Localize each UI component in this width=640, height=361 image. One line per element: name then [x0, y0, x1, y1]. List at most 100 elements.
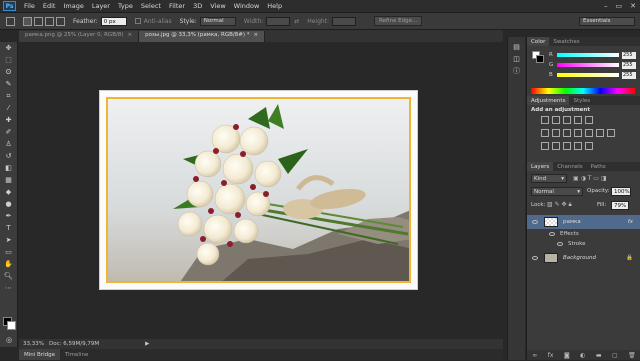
link-icon[interactable]: ∞	[532, 352, 537, 359]
tab-swatches[interactable]: Swatches	[549, 37, 583, 46]
minimize-button[interactable]: –	[604, 2, 608, 10]
grid-icon[interactable]	[607, 129, 615, 137]
vibrance-icon[interactable]	[541, 129, 549, 137]
workspace-select[interactable]: Essentials	[579, 16, 635, 26]
history-brush-tool-icon[interactable]: ↺	[3, 151, 15, 161]
height-input[interactable]	[332, 16, 357, 26]
brush-tool-icon[interactable]: ✐	[3, 127, 15, 137]
fill-input[interactable]: 79%	[611, 201, 629, 210]
channel-mixer-icon[interactable]	[596, 129, 604, 137]
posterize-icon[interactable]	[552, 142, 560, 150]
more-tools-icon[interactable]: ⋯	[3, 283, 15, 293]
green-value-input[interactable]: 255	[622, 61, 636, 69]
balance-icon[interactable]	[563, 129, 571, 137]
close-tab-icon[interactable]: ×	[127, 32, 132, 41]
fx-icon[interactable]: fx	[628, 219, 633, 225]
menu-type[interactable]: Type	[118, 2, 133, 10]
menu-layer[interactable]: Layer	[92, 2, 110, 10]
invert-icon[interactable]	[541, 142, 549, 150]
gradient-map-icon[interactable]	[574, 142, 582, 150]
intersect-selection-icon[interactable]	[56, 16, 65, 26]
hue-icon[interactable]	[552, 129, 560, 137]
shape-tool-icon[interactable]: ▭	[3, 247, 15, 257]
properties-panel-icon[interactable]: ◫	[511, 54, 523, 64]
curves-icon[interactable]	[563, 116, 571, 124]
zoom-level[interactable]: 33,33%	[23, 341, 45, 347]
eraser-tool-icon[interactable]: ◧	[3, 163, 15, 173]
fx-icon[interactable]: fx	[548, 352, 554, 359]
tab-paths[interactable]: Paths	[587, 162, 610, 171]
swap-icon[interactable]: ⇄	[294, 18, 299, 25]
menu-file[interactable]: File	[24, 2, 35, 10]
hand-tool-icon[interactable]: ✋	[3, 259, 15, 269]
menu-view[interactable]: View	[210, 2, 225, 10]
layer-ramka[interactable]: рамка fx	[527, 215, 640, 229]
levels-icon[interactable]	[552, 116, 560, 124]
quick-select-tool-icon[interactable]: ✎	[3, 79, 15, 89]
mask-icon[interactable]: ◙	[564, 352, 570, 359]
effects-visibility-icon[interactable]	[549, 232, 555, 236]
lock-icons[interactable]: ▧ ✎ ✥ 🔒︎	[547, 201, 572, 209]
adjustment-icon[interactable]: ◐	[580, 352, 585, 359]
quick-mask-icon[interactable]: ◎	[3, 335, 15, 345]
bw-icon[interactable]	[574, 129, 582, 137]
tab-layers[interactable]: Layers	[527, 162, 554, 171]
exposure-icon[interactable]	[574, 116, 582, 124]
crop-tool-icon[interactable]: ⌗	[3, 91, 15, 101]
clone-stamp-tool-icon[interactable]: ♙	[3, 139, 15, 149]
dodge-tool-icon[interactable]: ●	[3, 199, 15, 209]
tab-mini-bridge[interactable]: Mini Bridge	[19, 349, 60, 360]
layer-name[interactable]: Background	[563, 255, 596, 261]
antialias-checkbox[interactable]	[134, 18, 141, 24]
visibility-eye-icon[interactable]	[532, 220, 538, 224]
photo-filter-icon[interactable]	[585, 129, 593, 137]
tab-timeline[interactable]: Timeline	[60, 349, 93, 360]
feather-input[interactable]: 0 px	[100, 16, 127, 26]
document-canvas[interactable]	[99, 90, 418, 290]
gradient-tool-icon[interactable]: ▦	[3, 175, 15, 185]
type-tool-icon[interactable]: T	[3, 223, 15, 233]
add-selection-icon[interactable]	[34, 16, 43, 26]
menu-edit[interactable]: Edit	[43, 2, 56, 10]
new-layer-icon[interactable]: ▢	[612, 352, 618, 359]
stroke-effect-row[interactable]: Stroke	[527, 239, 640, 249]
blue-slider[interactable]: B 255	[549, 70, 640, 80]
stroke-visibility-icon[interactable]	[557, 242, 563, 246]
layer-background[interactable]: Background 🔒	[527, 251, 640, 265]
move-tool-icon[interactable]: ✥	[3, 43, 15, 53]
visibility-eye-icon[interactable]	[532, 256, 538, 260]
background-color-swatch[interactable]	[7, 321, 16, 330]
background-color-swatch[interactable]	[536, 55, 544, 63]
tab-styles[interactable]: Styles	[569, 96, 594, 105]
blend-mode-select[interactable]: Normal ▾	[531, 187, 583, 196]
trash-icon[interactable]: 🗑︎	[628, 352, 636, 359]
brightness-icon[interactable]	[541, 116, 549, 124]
close-window-button[interactable]: ✕	[630, 2, 636, 10]
eyedropper-tool-icon[interactable]: ⁄	[3, 103, 15, 113]
menu-window[interactable]: Window	[234, 2, 260, 10]
red-value-input[interactable]: 255	[622, 51, 636, 59]
effects-row[interactable]: Effects	[527, 229, 640, 239]
canvas-area[interactable]	[19, 42, 503, 339]
style-select[interactable]: Normal	[199, 16, 236, 26]
menu-select[interactable]: Select	[141, 2, 161, 10]
threshold-icon[interactable]	[563, 142, 571, 150]
marquee-tool-icon[interactable]	[6, 16, 15, 26]
history-panel-icon[interactable]: ▤	[511, 42, 523, 52]
tab-channels[interactable]: Channels	[553, 162, 586, 171]
tab-document-rozy[interactable]: розы.jpg @ 33,3% (рамка, RGB/8#) * ×	[139, 31, 266, 42]
status-menu-arrow-icon[interactable]: ▶	[145, 341, 149, 347]
healing-tool-icon[interactable]: ✚	[3, 115, 15, 125]
lasso-tool-icon[interactable]: ʘ	[3, 67, 15, 77]
selective-color-icon[interactable]	[585, 142, 593, 150]
maximize-button[interactable]: ▭	[616, 2, 623, 10]
info-panel-icon[interactable]: ⓘ	[511, 66, 523, 76]
subtract-selection-icon[interactable]	[45, 16, 54, 26]
menu-3d[interactable]: 3D	[193, 2, 202, 10]
layer-name[interactable]: рамка	[563, 219, 581, 225]
refine-edge-button[interactable]: Refine Edge...	[374, 16, 423, 26]
color-spectrum[interactable]	[531, 88, 635, 94]
marquee-tool-icon[interactable]: ⬚	[3, 55, 15, 65]
pen-tool-icon[interactable]: ✒	[3, 211, 15, 221]
folder-icon[interactable]: ▬	[596, 352, 602, 359]
